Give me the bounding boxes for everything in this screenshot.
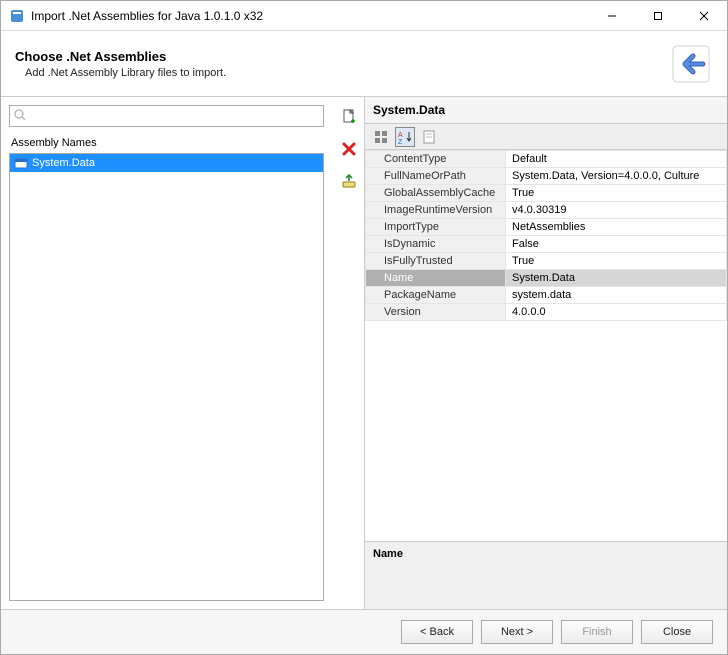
- import-arrow-icon: [669, 42, 713, 86]
- middle-toolbar: [334, 97, 364, 609]
- property-value[interactable]: True: [506, 185, 727, 202]
- left-pane: Assembly Names System.Data: [1, 97, 334, 609]
- property-value[interactable]: v4.0.30319: [506, 202, 727, 219]
- property-row[interactable]: PackageNamesystem.data: [366, 287, 727, 304]
- titlebar: Import .Net Assemblies for Java 1.0.1.0 …: [1, 1, 727, 31]
- svg-text:Z: Z: [398, 139, 403, 144]
- add-button[interactable]: [337, 105, 361, 129]
- property-name: IsFullyTrusted: [366, 253, 506, 270]
- property-grid[interactable]: ContentTypeDefaultFullNameOrPathSystem.D…: [365, 150, 727, 541]
- property-value[interactable]: NetAssemblies: [506, 219, 727, 236]
- right-pane: System.Data AZ: [364, 97, 727, 609]
- property-toolbar: AZ: [365, 124, 727, 150]
- property-name: FullNameOrPath: [366, 168, 506, 185]
- maximize-button[interactable]: [635, 1, 681, 31]
- property-description: Name: [365, 541, 727, 609]
- assembly-icon: [14, 156, 28, 170]
- property-name: Version: [366, 304, 506, 321]
- property-row[interactable]: ContentTypeDefault: [366, 151, 727, 168]
- dialog-footer: < Back Next > Finish Close: [1, 610, 727, 654]
- sort-az-icon: AZ: [398, 130, 412, 144]
- property-value[interactable]: True: [506, 253, 727, 270]
- property-row[interactable]: GlobalAssemblyCacheTrue: [366, 185, 727, 202]
- wizard-header: Choose .Net Assemblies Add .Net Assembly…: [1, 31, 727, 97]
- assembly-listbox[interactable]: System.Data: [9, 153, 324, 601]
- export-button[interactable]: [337, 169, 361, 193]
- list-item-label: System.Data: [32, 157, 95, 169]
- property-row[interactable]: IsDynamicFalse: [366, 236, 727, 253]
- search-input[interactable]: [9, 105, 324, 127]
- minimize-button[interactable]: [589, 1, 635, 31]
- property-name: GlobalAssemblyCache: [366, 185, 506, 202]
- property-name: Name: [366, 270, 506, 287]
- property-row[interactable]: ImageRuntimeVersionv4.0.30319: [366, 202, 727, 219]
- svg-text:A: A: [398, 132, 403, 139]
- property-name: ImportType: [366, 219, 506, 236]
- back-button[interactable]: < Back: [401, 620, 473, 644]
- property-value[interactable]: Default: [506, 151, 727, 168]
- close-window-button[interactable]: [681, 1, 727, 31]
- properties-page-button[interactable]: [419, 127, 439, 147]
- category-icon: [374, 130, 388, 144]
- property-value[interactable]: False: [506, 236, 727, 253]
- dialog-body: Assembly Names System.Data: [1, 97, 727, 610]
- property-name: IsDynamic: [366, 236, 506, 253]
- property-row[interactable]: NameSystem.Data: [366, 270, 727, 287]
- page-subtitle: Add .Net Assembly Library files to impor…: [15, 67, 226, 79]
- app-icon: [9, 8, 25, 24]
- property-row[interactable]: IsFullyTrustedTrue: [366, 253, 727, 270]
- search-icon: [13, 108, 27, 122]
- page-title: Choose .Net Assemblies: [15, 49, 226, 64]
- property-name: ContentType: [366, 151, 506, 168]
- list-item[interactable]: System.Data: [10, 154, 323, 172]
- document-add-icon: [341, 109, 357, 125]
- property-name: ImageRuntimeVersion: [366, 202, 506, 219]
- window-title: Import .Net Assemblies for Java 1.0.1.0 …: [31, 9, 589, 23]
- property-value[interactable]: System.Data: [506, 270, 727, 287]
- close-button[interactable]: Close: [641, 620, 713, 644]
- property-value[interactable]: System.Data, Version=4.0.0.0, Culture: [506, 168, 727, 185]
- next-button[interactable]: Next >: [481, 620, 553, 644]
- property-row[interactable]: ImportTypeNetAssemblies: [366, 219, 727, 236]
- assembly-list-label: Assembly Names: [11, 137, 322, 149]
- dialog-window: Import .Net Assemblies for Java 1.0.1.0 …: [0, 0, 728, 655]
- property-desc-name: Name: [373, 548, 719, 560]
- property-row[interactable]: Version4.0.0.0: [366, 304, 727, 321]
- remove-button[interactable]: [337, 137, 361, 161]
- property-panel-title: System.Data: [365, 97, 727, 124]
- page-icon: [422, 130, 436, 144]
- sort-az-button[interactable]: AZ: [395, 127, 415, 147]
- finish-button: Finish: [561, 620, 633, 644]
- drive-export-icon: [341, 173, 357, 189]
- property-value[interactable]: system.data: [506, 287, 727, 304]
- categorize-button[interactable]: [371, 127, 391, 147]
- property-value[interactable]: 4.0.0.0: [506, 304, 727, 321]
- property-name: PackageName: [366, 287, 506, 304]
- property-row[interactable]: FullNameOrPathSystem.Data, Version=4.0.0…: [366, 168, 727, 185]
- delete-x-icon: [341, 141, 357, 157]
